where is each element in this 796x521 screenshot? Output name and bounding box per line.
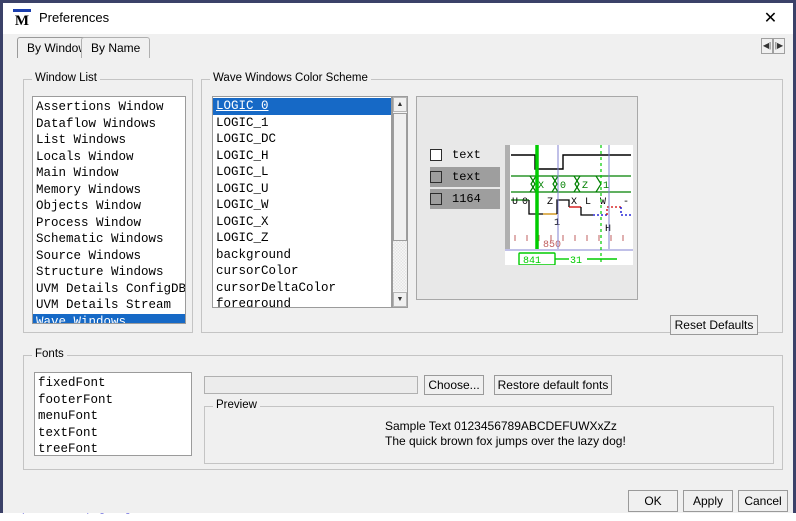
window-list-item[interactable]: Assertions Window: [33, 99, 185, 116]
window-list-item[interactable]: UVM Details Stream: [33, 297, 185, 314]
scrollbar-thumb[interactable]: [393, 113, 407, 241]
window-list-item[interactable]: Objects Window: [33, 198, 185, 215]
window-list-item[interactable]: Locals Window: [33, 149, 185, 166]
window-list-item[interactable]: Structure Windows: [33, 264, 185, 281]
signal-row-2[interactable]: 1164: [430, 189, 500, 209]
window-list-item[interactable]: Source Windows: [33, 248, 185, 265]
font-preview-text: Sample Text 0123456789ABCDEFUWXxZz The q…: [385, 419, 626, 449]
window-list-item[interactable]: Dataflow Windows: [33, 116, 185, 133]
color-scheme-scrollbar[interactable]: ▲ ▼: [392, 96, 408, 308]
signal-label: text: [452, 170, 481, 184]
restore-default-fonts-button[interactable]: Restore default fonts: [494, 375, 612, 395]
color-scheme-item[interactable]: LOGIC_Z: [213, 230, 391, 247]
choose-font-button[interactable]: Choose...: [424, 375, 484, 395]
color-scheme-group: Wave Windows Color Scheme LOGIC_0 LOGIC_1…: [201, 72, 783, 333]
font-preview-legend: Preview: [213, 399, 260, 411]
logic-value-l: L: [585, 197, 591, 208]
signal-row-1[interactable]: text: [430, 167, 500, 187]
tab-scroll-buttons: ◀| |▶: [761, 38, 785, 54]
signal-checkbox[interactable]: [430, 193, 442, 205]
ok-button[interactable]: OK: [628, 490, 678, 512]
annotation-h: H: [605, 224, 611, 235]
signal-checkbox[interactable]: [430, 149, 442, 161]
fonts-group: Fonts fixedFont footerFont menuFont textFon…: [23, 348, 783, 470]
color-scheme-item[interactable]: cursorDeltaColor: [213, 280, 391, 297]
window-list-item[interactable]: Process Window: [33, 215, 185, 232]
window-title: Preferences: [39, 10, 110, 25]
color-scheme-item[interactable]: LOGIC_1: [213, 115, 391, 132]
color-scheme-item[interactable]: cursorColor: [213, 263, 391, 280]
close-icon[interactable]: ✕: [748, 3, 793, 34]
scroll-up-icon[interactable]: ▲: [393, 97, 407, 112]
cursor-value: 841: [523, 256, 541, 265]
scrollbar-track[interactable]: [393, 241, 407, 291]
color-scheme-item[interactable]: LOGIC_L: [213, 164, 391, 181]
signal-checkbox[interactable]: [430, 171, 442, 183]
window-list[interactable]: Assertions Window Dataflow Windows List Wi…: [32, 96, 186, 324]
signal-label: 1164: [452, 192, 481, 206]
color-scheme-item[interactable]: LOGIC_DC: [213, 131, 391, 148]
color-scheme-item[interactable]: background: [213, 247, 391, 264]
bus-value-0: X: [538, 181, 544, 192]
window-list-item[interactable]: List Windows: [33, 132, 185, 149]
signal-label: text: [452, 148, 481, 162]
font-list-item[interactable]: footerFont: [35, 392, 191, 409]
window-list-item[interactable]: Wave Windows: [33, 313, 185, 323]
window-list-group: Window List Assertions Window Dataflow Wi…: [23, 72, 193, 333]
color-scheme-item[interactable]: LOGIC_H: [213, 148, 391, 165]
preferences-dialog: M Preferences ✕ By Window By Name ◀| |▶ …: [0, 0, 796, 513]
tab-by-name[interactable]: By Name: [81, 37, 151, 58]
font-list-item[interactable]: treeFont: [35, 441, 191, 455]
color-scheme-item[interactable]: LOGIC_X: [213, 214, 391, 231]
window-list-item[interactable]: Schematic Windows: [33, 231, 185, 248]
color-scheme-list[interactable]: LOGIC_0 LOGIC_1 LOGIC_DC LOGIC_H LOGIC_L LOGI…: [212, 96, 392, 308]
font-list-item[interactable]: textFont: [35, 425, 191, 442]
font-preview-group: Preview Sample Text 0123456789ABCDEFUWXx…: [204, 399, 774, 464]
waveform-canvas[interactable]: X 0 Z 1 U 0 Z X L W - 1 H 850 841 31: [505, 145, 633, 265]
font-list-item[interactable]: menuFont: [35, 408, 191, 425]
cancel-button[interactable]: Cancel: [738, 490, 788, 512]
title-bar: M Preferences ✕: [3, 3, 793, 35]
window-list-item[interactable]: Main Window: [33, 165, 185, 182]
font-preview-line-1: Sample Text 0123456789ABCDEFUWXxZz: [385, 419, 617, 433]
tab-scroll-right-icon[interactable]: |▶: [773, 38, 785, 54]
bus-value-2: Z: [582, 181, 588, 192]
modelsim-logo-icon: M: [13, 9, 31, 31]
window-list-item[interactable]: Memory Windows: [33, 182, 185, 199]
fonts-legend: Fonts: [32, 348, 67, 360]
logic-value-0: 0: [522, 197, 528, 208]
logic-value-z: Z: [547, 197, 553, 208]
signal-row-0[interactable]: text: [430, 145, 500, 165]
logic-value-dash: -: [623, 197, 629, 208]
font-preview-line-2: The quick brown fox jumps over the lazy …: [385, 434, 626, 448]
logic-value-x: X: [571, 197, 577, 208]
color-scheme-item[interactable]: foreground: [213, 296, 391, 307]
bus-value-3: 1: [603, 181, 609, 192]
tab-strip: By Window By Name ◀| |▶: [3, 34, 793, 58]
color-scheme-legend: Wave Windows Color Scheme: [210, 72, 371, 84]
font-list-item[interactable]: fixedFont: [35, 375, 191, 392]
logic-value-u: U: [512, 197, 518, 208]
color-scheme-item[interactable]: LOGIC_0: [213, 98, 391, 115]
font-name-field[interactable]: [204, 376, 418, 394]
wave-preview-panel: text text 1164 X 0 Z 1 U 0 Z X L W - 1 H…: [416, 96, 638, 300]
apply-button[interactable]: Apply: [683, 490, 733, 512]
annotation-one: 1: [554, 218, 560, 229]
font-list[interactable]: fixedFont footerFont menuFont textFont treeF…: [34, 372, 192, 456]
color-scheme-item[interactable]: LOGIC_U: [213, 181, 391, 198]
scroll-down-icon[interactable]: ▼: [393, 292, 407, 307]
tab-scroll-left-icon[interactable]: ◀|: [761, 38, 773, 54]
bus-value-1: 0: [560, 181, 566, 192]
cursor-delta: 31: [570, 256, 582, 265]
reset-defaults-button[interactable]: Reset Defaults: [670, 315, 758, 335]
window-list-legend: Window List: [32, 72, 100, 84]
color-scheme-item[interactable]: LOGIC_W: [213, 197, 391, 214]
window-list-item[interactable]: UVM Details ConfigDB: [33, 281, 185, 298]
